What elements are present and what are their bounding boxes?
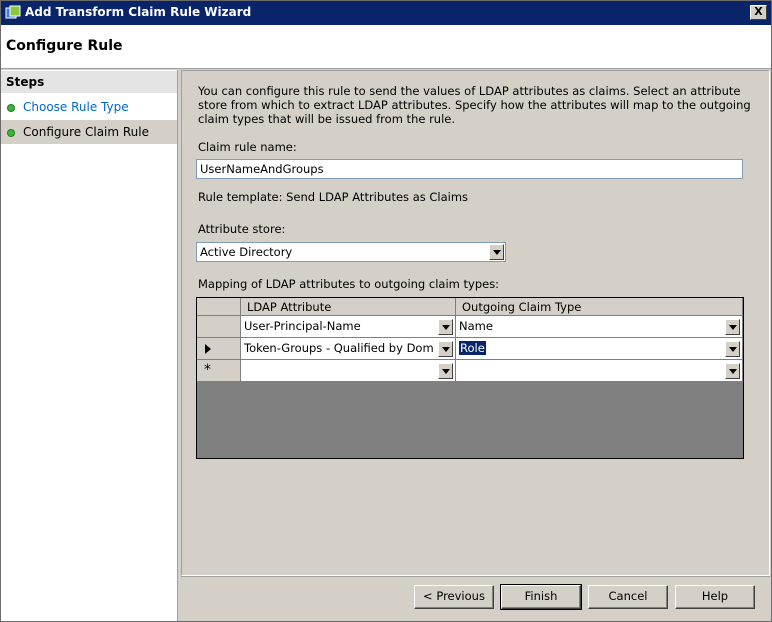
- claim-type-value: Role: [459, 341, 486, 355]
- title-bar: Add Transform Claim Rule Wizard X: [1, 1, 771, 25]
- chevron-down-icon[interactable]: [438, 363, 453, 379]
- current-row-icon: [205, 344, 211, 354]
- grid-corner-header: [197, 298, 241, 316]
- ldap-attribute-value: Token-Groups - Qualified by Doma...: [244, 341, 434, 355]
- ldap-attribute-cell[interactable]: [241, 360, 456, 382]
- chevron-down-icon[interactable]: [725, 363, 740, 379]
- cancel-button[interactable]: Cancel: [588, 585, 668, 609]
- steps-panel: Steps Choose Rule Type Configure Claim R…: [1, 70, 178, 621]
- chevron-down-icon[interactable]: [438, 341, 453, 357]
- chevron-down-icon[interactable]: [489, 244, 504, 260]
- steps-title: Steps: [1, 71, 177, 93]
- ldap-attribute-cell[interactable]: User-Principal-Name: [241, 316, 456, 338]
- wizard-window: Add Transform Claim Rule Wizard X Config…: [0, 0, 772, 622]
- ldap-attribute-cell[interactable]: Token-Groups - Qualified by Doma...: [241, 338, 456, 360]
- intro-text: You can configure this rule to send the …: [198, 84, 751, 126]
- claim-rule-name-input[interactable]: UserNameAndGroups: [196, 159, 743, 179]
- new-row-icon: *: [204, 362, 211, 378]
- step-label: Choose Rule Type: [23, 100, 129, 114]
- chevron-down-icon[interactable]: [725, 319, 740, 335]
- mapping-grid: LDAP Attribute Outgoing Claim Type User-…: [196, 297, 744, 459]
- chevron-down-icon[interactable]: [725, 341, 740, 357]
- step-label: Configure Claim Rule: [23, 125, 149, 139]
- close-icon[interactable]: X: [750, 5, 767, 20]
- wizard-app-icon: [5, 5, 21, 19]
- step-configure-claim-rule: Configure Claim Rule: [1, 120, 177, 144]
- claim-type-cell[interactable]: Name: [456, 316, 743, 338]
- ldap-attribute-value: User-Principal-Name: [244, 319, 361, 333]
- claim-rule-name-label: Claim rule name:: [198, 140, 297, 154]
- attribute-store-value: Active Directory: [200, 245, 293, 259]
- column-header-ldap-attribute[interactable]: LDAP Attribute: [241, 298, 456, 316]
- step-current-icon: [7, 129, 15, 137]
- page-title: Configure Rule: [6, 38, 123, 54]
- step-complete-icon: [7, 104, 15, 112]
- previous-button[interactable]: < Previous: [414, 585, 494, 609]
- help-button[interactable]: Help: [675, 585, 755, 609]
- claim-type-cell[interactable]: [456, 360, 743, 382]
- row-header[interactable]: *: [197, 360, 241, 382]
- mapping-label: Mapping of LDAP attributes to outgoing c…: [198, 277, 500, 291]
- claim-type-value: Name: [459, 319, 493, 333]
- wizard-footer: < Previous Finish Cancel Help: [181, 576, 770, 621]
- wizard-header: Configure Rule: [1, 25, 771, 69]
- row-header[interactable]: [197, 338, 241, 360]
- chevron-down-icon[interactable]: [438, 319, 453, 335]
- finish-button[interactable]: Finish: [500, 584, 582, 610]
- attribute-store-label: Attribute store:: [198, 222, 286, 236]
- row-header[interactable]: [197, 316, 241, 338]
- rule-template-text: Rule template: Send LDAP Attributes as C…: [198, 190, 469, 204]
- attribute-store-select[interactable]: Active Directory: [196, 242, 506, 262]
- main-panel: You can configure this rule to send the …: [181, 70, 770, 576]
- step-choose-rule-type[interactable]: Choose Rule Type: [1, 95, 177, 119]
- claim-type-cell[interactable]: Role: [456, 338, 743, 360]
- column-header-outgoing-claim-type[interactable]: Outgoing Claim Type: [456, 298, 743, 316]
- window-title: Add Transform Claim Rule Wizard: [25, 5, 252, 19]
